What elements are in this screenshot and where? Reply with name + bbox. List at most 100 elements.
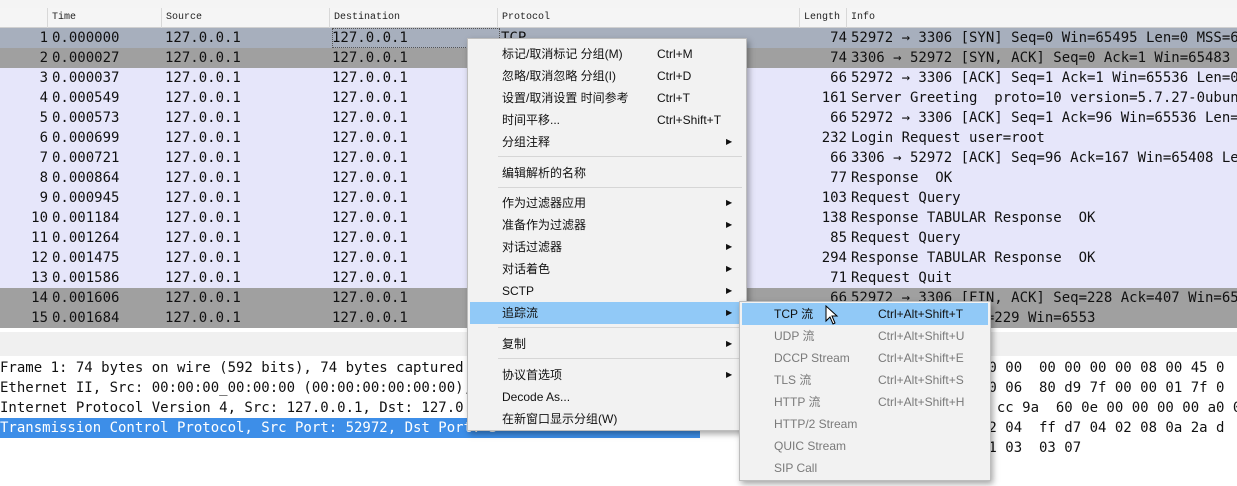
submenu-arrow-icon: ▶ — [726, 308, 733, 317]
col-time-header[interactable]: Time — [48, 8, 162, 28]
menu-item-show-in-new-window[interactable]: 在新窗口显示分组(W) — [470, 408, 744, 430]
menu-item-shortcut: Ctrl+Alt+Shift+H — [878, 395, 965, 409]
cell-length: 66 — [830, 70, 847, 86]
cell-length: 74 — [830, 50, 847, 66]
menu-item-mark[interactable]: 标记/取消标记 分组(M) Ctrl+M — [470, 43, 744, 65]
cell-source: 127.0.0.1 — [165, 70, 241, 86]
menu-item-packet-comment[interactable]: 分组注释 ▶ — [470, 131, 744, 153]
cell-source: 127.0.0.1 — [165, 310, 241, 326]
menu-item-decode-as[interactable]: Decode As... — [470, 386, 744, 408]
menu-item-time-shift[interactable]: 时间平移... Ctrl+Shift+T — [470, 109, 744, 131]
col-destination-header[interactable]: Destination — [330, 8, 498, 28]
cell-time: 0.000699 — [52, 130, 120, 146]
menu-item-ignore[interactable]: 忽略/取消忽略 分组(I) Ctrl+D — [470, 65, 744, 87]
cell-info: Response TABULAR Response OK — [851, 250, 1096, 266]
col-length-header[interactable]: Length — [800, 8, 847, 28]
menu-item-shortcut: Ctrl+Alt+Shift+U — [878, 329, 965, 343]
cell-info: Server Greeting proto=10 version=5.7.27-… — [851, 90, 1237, 106]
menu-item-apply-as-filter[interactable]: 作为过滤器应用 ▶ — [470, 192, 744, 214]
cell-no: 6 — [39, 130, 48, 146]
cell-info: Response TABULAR Response OK — [851, 210, 1096, 226]
cell-time: 0.000945 — [52, 190, 120, 206]
cell-time: 0.000000 — [52, 30, 120, 46]
cell-no: 8 — [39, 170, 48, 186]
cell-time: 0.000027 — [52, 50, 120, 66]
menu-item-label: SCTP — [502, 284, 535, 298]
menu-item-shortcut: Ctrl+D — [657, 69, 692, 83]
submenu-item-tcp-stream[interactable]: TCP 流 Ctrl+Alt+Shift+T — [742, 303, 988, 325]
submenu-arrow-icon: ▶ — [726, 220, 733, 229]
menu-item-label: Decode As... — [502, 390, 571, 404]
menu-item-time-reference[interactable]: 设置/取消设置 时间参考 Ctrl+T — [470, 87, 744, 109]
col-source-header[interactable]: Source — [162, 8, 330, 28]
cell-source: 127.0.0.1 — [165, 110, 241, 126]
cell-info: Request Query — [851, 230, 961, 246]
hex-line: a cc 9a 60 0e 00 00 00 00 a0 0 — [980, 400, 1237, 416]
menu-item-label: 作为过滤器应用 — [502, 196, 587, 210]
cell-no: 4 — [39, 90, 48, 106]
submenu-item-http-stream[interactable]: HTTP 流 Ctrl+Alt+Shift+H — [742, 391, 988, 413]
submenu-item-sip-call[interactable]: SIP Call — [742, 457, 988, 479]
menu-separator — [498, 327, 742, 328]
menu-item-label: 对话过滤器 — [502, 240, 563, 254]
cell-source: 127.0.0.1 — [165, 30, 241, 46]
cell-no: 2 — [39, 50, 48, 66]
submenu-item-dccp-stream[interactable]: DCCP Stream Ctrl+Alt+Shift+E — [742, 347, 988, 369]
menu-item-sctp[interactable]: SCTP ▶ — [470, 280, 744, 302]
cell-source: 127.0.0.1 — [165, 50, 241, 66]
cell-source: 127.0.0.1 — [165, 210, 241, 226]
submenu-arrow-icon: ▶ — [726, 264, 733, 273]
cell-length: 71 — [830, 270, 847, 286]
cell-info: Response OK — [851, 170, 953, 186]
cell-length: 294 — [821, 250, 847, 266]
cell-no: 13 — [31, 270, 48, 286]
col-protocol-header[interactable]: Protocol — [498, 8, 800, 28]
submenu-arrow-icon: ▶ — [726, 242, 733, 251]
menu-item-copy[interactable]: 复制 ▶ — [470, 333, 744, 355]
cell-source: 127.0.0.1 — [165, 190, 241, 206]
menu-item-edit-resolved-name[interactable]: 编辑解析的名称 — [470, 162, 744, 184]
cell-length: 66 — [830, 110, 847, 126]
detail-ipv4[interactable]: Internet Protocol Version 4, Src: 127.0.… — [0, 398, 497, 418]
cell-no: 3 — [39, 70, 48, 86]
submenu-arrow-icon: ▶ — [726, 370, 733, 379]
menu-item-conversation-filter[interactable]: 对话过滤器 ▶ — [470, 236, 744, 258]
menu-item-follow-stream[interactable]: 追踪流 ▶ — [470, 302, 744, 324]
cell-info: Request Query — [851, 190, 961, 206]
detail-ethernet[interactable]: Ethernet II, Src: 00:00:00_00:00:00 (00:… — [0, 378, 497, 398]
col-no-header[interactable] — [0, 8, 48, 28]
menu-item-shortcut: Ctrl+M — [657, 47, 693, 61]
menu-item-protocol-preferences[interactable]: 协议首选项 ▶ — [470, 364, 744, 386]
menu-item-shortcut: Ctrl+Alt+Shift+T — [878, 307, 964, 321]
cell-no: 15 — [31, 310, 48, 326]
cell-info: 52972 → 3306 [ACK] Seq=1 Ack=96 Win=6553… — [851, 110, 1237, 126]
submenu-item-quic-stream[interactable]: QUIC Stream — [742, 435, 988, 457]
menu-separator — [498, 358, 742, 359]
cell-no: 14 — [31, 290, 48, 306]
submenu-item-http2-stream[interactable]: HTTP/2 Stream — [742, 413, 988, 435]
cell-no: 12 — [31, 250, 48, 266]
menu-item-shortcut: Ctrl+T — [657, 91, 690, 105]
hex-line: 40 06 80 d9 7f 00 00 01 7f 0 — [980, 380, 1225, 396]
cell-time: 0.001684 — [52, 310, 120, 326]
menu-item-prepare-as-filter[interactable]: 准备作为过滤器 ▶ — [470, 214, 744, 236]
cell-length: 66 — [830, 150, 847, 166]
submenu-item-udp-stream[interactable]: UDP 流 Ctrl+Alt+Shift+U — [742, 325, 988, 347]
cell-no: 1 — [39, 30, 48, 46]
menu-item-label: QUIC Stream — [774, 439, 847, 453]
menu-item-shortcut: Ctrl+Alt+Shift+E — [878, 351, 964, 365]
submenu-arrow-icon: ▶ — [726, 198, 733, 207]
menu-item-shortcut: Ctrl+Alt+Shift+S — [878, 373, 964, 387]
cell-length: 74 — [830, 30, 847, 46]
detail-frame[interactable]: Frame 1: 74 bytes on wire (592 bits), 74… — [0, 358, 497, 378]
packet-list-header: Time Source Destination Protocol Length … — [0, 8, 1237, 28]
cell-source: 127.0.0.1 — [165, 150, 241, 166]
cell-source: 127.0.0.1 — [165, 170, 241, 186]
col-info-header[interactable]: Info — [847, 8, 1237, 28]
cell-time: 0.000573 — [52, 110, 120, 126]
cell-source: 127.0.0.1 — [165, 270, 241, 286]
menu-item-colorize-conversation[interactable]: 对话着色 ▶ — [470, 258, 744, 280]
submenu-item-tls-stream[interactable]: TLS 流 Ctrl+Alt+Shift+S — [742, 369, 988, 391]
cell-no: 11 — [31, 230, 48, 246]
menu-item-label: 对话着色 — [502, 262, 551, 276]
